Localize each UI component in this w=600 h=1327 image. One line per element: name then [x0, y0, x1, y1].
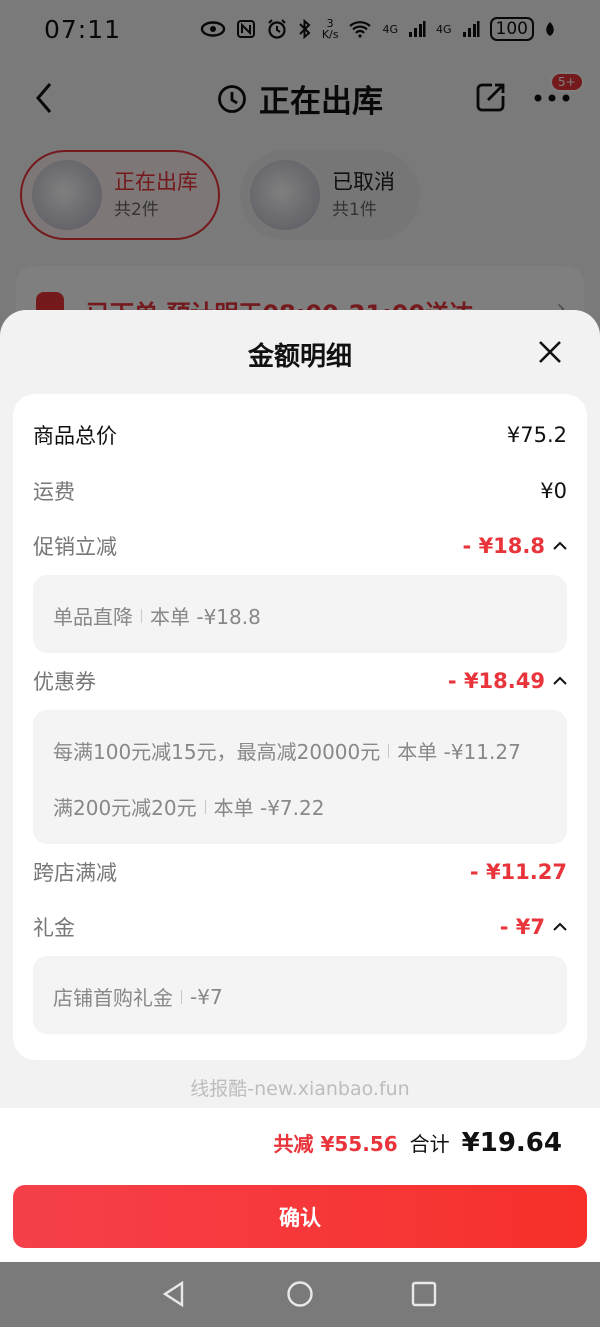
coupon-detail-amount: 本单 -¥7.22: [213, 796, 325, 820]
goods-total-value: ¥75.2: [506, 423, 567, 447]
gift-detail-line: 店铺首购礼金 -¥7: [53, 982, 223, 1011]
chevron-up-icon[interactable]: [553, 676, 567, 686]
coupon-detail-line: 满200元减20元 本单 -¥7.22: [53, 792, 324, 821]
gift-value: - ¥7: [499, 915, 545, 939]
amount-detail-card: 商品总价 ¥75.2 运费 ¥0 促销立减 - ¥18.8 单品直降 本单 -¥…: [13, 394, 587, 1060]
promo-row[interactable]: 促销立减 - ¥18.8: [33, 529, 567, 563]
gift-detail-name: 店铺首购礼金: [53, 986, 173, 1010]
gift-detail-box: 店铺首购礼金 -¥7: [33, 956, 567, 1034]
coupon-value: - ¥18.49: [447, 669, 545, 693]
sheet-footer: 共减 ¥55.56 合计 ¥19.64 确认: [0, 1108, 600, 1262]
back-triangle-icon[interactable]: [160, 1280, 188, 1308]
amount-detail-sheet: 金额明细 商品总价 ¥75.2 运费 ¥0 促销立减 - ¥18.8 单品直降 …: [0, 310, 600, 1262]
chevron-up-icon[interactable]: [553, 541, 567, 551]
goods-total-row: 商品总价 ¥75.2: [33, 418, 567, 452]
coupon-detail-box: 每满100元减15元，最高减20000元 本单 -¥11.27 满200元减20…: [33, 710, 567, 844]
confirm-button[interactable]: 确认: [13, 1185, 587, 1248]
coupon-row[interactable]: 优惠券 - ¥18.49: [33, 664, 567, 698]
gift-detail-amount: -¥7: [190, 984, 223, 1009]
chevron-up-icon[interactable]: [553, 922, 567, 932]
coupon-detail-amount: 本单 -¥11.27: [397, 740, 521, 764]
cross-store-value: - ¥11.27: [469, 860, 567, 884]
promo-detail-amount: 本单 -¥18.8: [150, 605, 261, 629]
coupon-detail-name: 每满100元减15元，最高减20000元: [53, 740, 381, 764]
shipping-row: 运费 ¥0: [33, 474, 567, 508]
sheet-title: 金额明细: [247, 342, 352, 372]
gift-value-group: - ¥7: [500, 915, 567, 939]
promo-detail-box: 单品直降 本单 -¥18.8: [33, 575, 567, 653]
gift-row[interactable]: 礼金 - ¥7: [33, 910, 567, 944]
price-summary: 共减 ¥55.56 合计 ¥19.64: [274, 1128, 562, 1158]
divider: [141, 608, 142, 623]
coupon-detail-name: 满200元减20元: [53, 796, 197, 820]
promo-value: - ¥18.8: [462, 534, 545, 558]
recent-apps-icon[interactable]: [410, 1280, 438, 1308]
cross-store-label: 跨店满减: [33, 861, 117, 885]
close-icon[interactable]: [538, 340, 562, 364]
coupon-value-group: - ¥18.49: [448, 669, 567, 693]
divider: [204, 799, 206, 814]
total-reduction: 共减 ¥55.56: [273, 1132, 398, 1156]
divider: [388, 743, 390, 758]
total-value: ¥19.64: [461, 1128, 562, 1158]
divider: [181, 989, 182, 1004]
watermark-text: 线报酷-new.xianbao.fun: [190, 1078, 410, 1100]
total-label: 合计: [409, 1132, 450, 1156]
shipping-value: ¥0: [540, 479, 567, 503]
system-navigation-bar: [0, 1262, 600, 1327]
promo-value-group: - ¥18.8: [463, 534, 567, 558]
coupon-label: 优惠券: [33, 670, 96, 694]
promo-label: 促销立减: [33, 535, 117, 559]
cross-store-row: 跨店满减 - ¥11.27: [33, 855, 567, 889]
shipping-label: 运费: [33, 480, 75, 504]
promo-detail-line: 单品直降 本单 -¥18.8: [53, 601, 261, 630]
gift-label: 礼金: [33, 916, 75, 940]
coupon-detail-line: 每满100元减15元，最高减20000元 本单 -¥11.27: [53, 736, 521, 765]
goods-total-label: 商品总价: [33, 424, 117, 448]
promo-detail-name: 单品直降: [53, 605, 133, 629]
home-circle-icon[interactable]: [286, 1280, 314, 1308]
